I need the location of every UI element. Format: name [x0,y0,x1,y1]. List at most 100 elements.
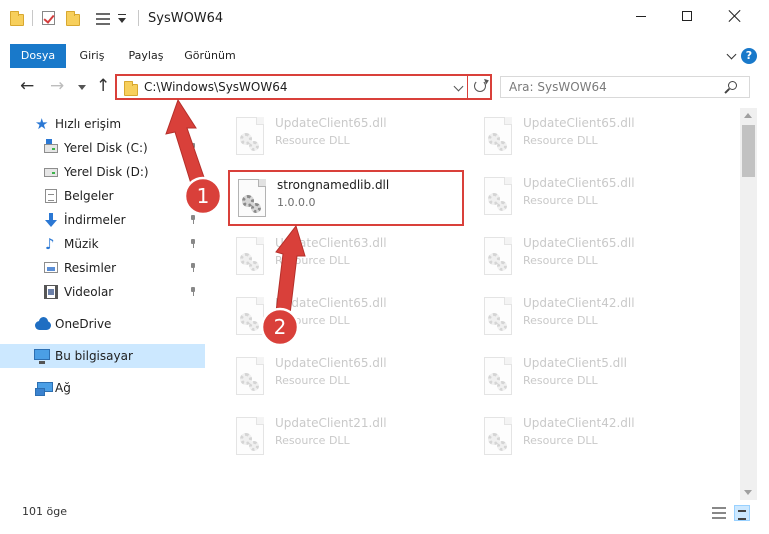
folder-icon [124,81,138,96]
scroll-down-icon[interactable] [744,490,752,495]
file-type: Resource DLL [523,194,598,207]
file-name: strongnamedlib.dll [277,178,390,192]
up-arrow-icon[interactable]: ↑ [96,77,110,95]
minimize-icon [636,15,646,17]
file-tile[interactable]: UpdateClient65.dll Resource DLL [476,230,712,286]
sidebar-item-music[interactable]: ♪ Müzik [0,232,205,256]
sidebar-item-label: Hızlı erişim [55,117,122,131]
file-tile[interactable]: UpdateClient65.dll Resource DLL [228,110,464,166]
file-tile[interactable]: UpdateClient65.dll Resource DLL [476,170,712,226]
address-bar[interactable]: C:\Windows\SysWOW64 [115,74,492,100]
file-tile[interactable]: UpdateClient42.dll Resource DLL [476,410,712,466]
maximize-button[interactable] [664,0,710,32]
address-row: ← → ↑ C:\Windows\SysWOW64 [0,70,769,104]
star-icon: ★ [35,115,49,133]
large-icons-view-icon[interactable] [734,505,750,521]
pin-icon[interactable] [190,143,196,152]
pin-icon[interactable] [190,215,196,224]
tab-file[interactable]: Dosya [10,44,66,68]
sidebar-item-quick-access[interactable]: ★ Hızlı erişim [0,112,205,136]
search-input[interactable] [509,79,709,95]
pictures-icon [44,262,58,273]
file-tile[interactable]: UpdateClient21.dll Resource DLL [228,410,464,466]
vertical-scrollbar[interactable] [740,108,757,500]
file-tile[interactable]: UpdateClient63.dll Resource DLL [228,230,464,286]
search-box[interactable] [500,76,750,98]
sidebar-item-label: Yerel Disk (C:) [64,141,148,155]
file-type: Resource DLL [275,254,350,267]
tab-share[interactable]: Paylaş [120,44,172,68]
sidebar-item-network[interactable]: Ağ [0,376,205,400]
file-type: Resource DLL [275,314,350,327]
pin-icon[interactable] [190,191,196,200]
sidebar-item-label: Ağ [55,381,71,395]
file-tile[interactable]: UpdateClient65.dll Resource DLL [228,350,464,406]
computer-icon [34,349,50,364]
close-button[interactable] [712,0,758,32]
file-name: UpdateClient65.dll [523,236,635,250]
refresh-icon[interactable] [474,80,486,92]
drive-icon [44,139,58,153]
pin-icon[interactable] [190,239,196,248]
close-icon [729,10,741,22]
sidebar-item-disk-c[interactable]: Yerel Disk (C:) [0,136,205,160]
file-tile-strongnamedlib[interactable]: strongnamedlib.dll 1.0.0.0 [228,170,464,226]
recent-locations-icon[interactable] [78,85,86,90]
sidebar-item-this-pc[interactable]: Bu bilgisayar [0,344,205,368]
file-list: UpdateClient65.dll Resource DLL strongna… [206,108,738,500]
pin-icon[interactable] [190,167,196,176]
new-folder-icon[interactable] [66,11,80,26]
forward-arrow-icon[interactable]: → [50,77,64,95]
file-type: Resource DLL [523,434,598,447]
sidebar-item-documents[interactable]: Belgeler [0,184,205,208]
file-tile[interactable]: UpdateClient42.dll Resource DLL [476,290,712,346]
folder-icon [10,11,24,26]
quick-access-dropdown-icon[interactable] [118,18,126,23]
file-name: UpdateClient65.dll [523,116,635,130]
sidebar-item-onedrive[interactable]: OneDrive [0,312,205,336]
sidebar-item-downloads[interactable]: İndirmeler [0,208,205,232]
scroll-thumb[interactable] [742,125,755,177]
music-icon: ♪ [45,235,55,253]
pin-icon[interactable] [190,263,196,272]
help-icon[interactable]: ? [741,48,757,64]
expand-ribbon-icon[interactable] [726,49,737,60]
dll-file-icon [234,179,270,219]
properties-check-icon[interactable] [42,11,55,25]
video-icon [44,285,58,299]
search-icon[interactable] [728,81,737,90]
sidebar-item-disk-d[interactable]: Yerel Disk (D:) [0,160,205,184]
scroll-up-icon[interactable] [744,113,752,118]
onedrive-icon [35,317,51,330]
back-arrow-icon[interactable]: ← [20,77,34,95]
ribbon-tabs: Dosya Giriş Paylaş Görünüm ? [0,44,769,68]
customize-icon[interactable] [96,12,110,26]
tab-view[interactable]: Görünüm [178,44,242,68]
dll-file-icon [480,357,516,397]
quick-access-separator [32,10,33,26]
tab-home[interactable]: Giriş [70,44,114,68]
drive-icon [44,168,58,177]
file-type: Resource DLL [523,314,598,327]
sidebar-item-videos[interactable]: Videolar [0,280,205,304]
address-path[interactable]: C:\Windows\SysWOW64 [144,80,288,94]
address-dropdown-icon[interactable] [453,81,464,92]
sidebar-item-pictures[interactable]: Resimler [0,256,205,280]
file-tile[interactable]: UpdateClient5.dll Resource DLL [476,350,712,406]
sidebar-item-label: Videolar [64,285,114,299]
file-name: UpdateClient63.dll [275,236,387,250]
file-type: Resource DLL [275,134,350,147]
minimize-button[interactable] [618,0,664,32]
navigation-pane: ★ Hızlı erişim Yerel Disk (C:) Yerel Dis… [0,108,205,498]
file-tile[interactable]: UpdateClient65.dll Resource DLL [228,290,464,346]
sidebar-item-label: İndirmeler [64,213,126,227]
address-separator [467,76,468,98]
network-icon [35,382,53,396]
file-tile[interactable]: UpdateClient65.dll Resource DLL [476,110,712,166]
pin-icon[interactable] [190,287,196,296]
file-name: UpdateClient42.dll [523,296,635,310]
title-separator [138,10,139,26]
details-view-icon[interactable] [712,507,726,519]
dropdown-underline [118,14,126,15]
file-type: Resource DLL [523,374,598,387]
